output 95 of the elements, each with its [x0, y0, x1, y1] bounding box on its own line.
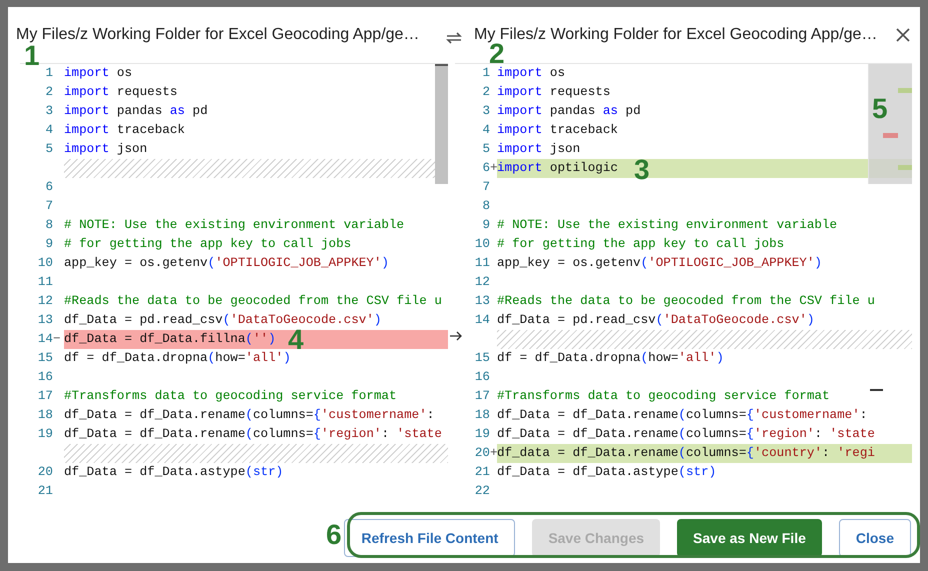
line-number: 9 [44, 236, 53, 254]
line-number: 14 [36, 331, 53, 348]
code-text: df_Data = pd.read_csv('DataToGeocode.csv') [497, 312, 814, 330]
code-text: df_Data = df_Data.astype(str) [497, 464, 716, 482]
line-number: 8 [44, 217, 53, 234]
code-text: df = df_Data.dropna(how='all') [64, 350, 291, 368]
line-number: 17 [36, 388, 53, 406]
code-text: # NOTE: Use the existing environment variable [64, 217, 404, 234]
code-text: import os [64, 65, 132, 82]
line-number: 13 [474, 293, 490, 310]
code-text: df_data = df_Data.rename(columns={'country': 'regi [497, 445, 875, 462]
callout-number: 6 [326, 521, 342, 549]
close-icon[interactable] [895, 27, 911, 43]
code-text: import requests [497, 84, 610, 102]
line-number: 4 [44, 122, 53, 140]
line-number: 18 [474, 407, 490, 424]
code-text: df_Data = df_Data.rename(columns={'region': 'state [64, 426, 442, 444]
line-number: 11 [36, 274, 53, 292]
code-text: import pandas as pd [497, 103, 641, 120]
line-number: 14 [474, 312, 490, 330]
line-number: 4 [481, 122, 490, 140]
line-number: 21 [474, 464, 490, 482]
code-text: df_Data = df_Data.astype(str) [64, 464, 284, 482]
callout-number: 3 [634, 156, 650, 184]
line-number: 8 [481, 198, 490, 216]
code-text: import traceback [64, 122, 185, 140]
line-number: 6 [44, 179, 53, 196]
line-number: 19 [474, 426, 490, 444]
line-number: 9 [481, 217, 490, 234]
line-number: 11 [474, 255, 490, 272]
line-number: 20 [36, 464, 53, 482]
line-number: 12 [36, 293, 53, 310]
code-text: df = df_Data.dropna(how='all') [497, 350, 724, 368]
line-number: 5 [481, 141, 490, 158]
line-number: 13 [36, 312, 53, 330]
code-text: # for getting the app key to call jobs [64, 236, 352, 254]
line-number: 2 [44, 84, 53, 102]
code-text: df_Data = df_Data.rename(columns={'region': 'state [497, 426, 875, 444]
code-text: import os [497, 65, 566, 82]
line-number: 19 [36, 426, 53, 444]
swap-icon[interactable] [445, 31, 463, 45]
diff-sign: + [490, 160, 498, 178]
line-number: 3 [481, 103, 490, 120]
line-number: 15 [36, 350, 53, 368]
code-text: # for getting the app key to call jobs [497, 236, 784, 254]
line-number: 15 [474, 350, 490, 368]
line-number: 1 [481, 65, 490, 82]
code-text: #Reads the data to be geocoded from the CSV file u [64, 293, 442, 310]
code-text: import json [64, 141, 148, 158]
callout-number: 5 [872, 95, 888, 123]
line-number: 17 [474, 388, 490, 406]
code-text: app_key = os.getenv('OPTILOGIC_JOB_APPKEY') [497, 255, 822, 272]
line-number: 6 [481, 160, 490, 178]
code-text: df_Data = df_Data.fillna('') [64, 331, 276, 348]
change-marker [883, 133, 898, 138]
change-marker [898, 88, 912, 93]
line-number: 10 [474, 236, 490, 254]
line-number: 3 [44, 103, 53, 120]
line-number: 7 [44, 198, 53, 216]
code-text: app_key = os.getenv('OPTILOGIC_JOB_APPKEY') [64, 255, 389, 272]
revert-arrow-icon[interactable] [449, 331, 463, 341]
dialog-button[interactable]: Refresh File Content [344, 519, 516, 557]
change-marker [898, 165, 912, 170]
line-number: 20 [474, 445, 490, 462]
cursor-mark [870, 389, 883, 391]
callout-number: 1 [24, 42, 40, 70]
file-title: My Files/z Working Folder for Excel Geocoding App/ge… [16, 25, 420, 45]
diff-sign: − [53, 331, 61, 348]
line-number: 12 [474, 274, 490, 292]
dialog-button[interactable]: Close [838, 519, 911, 557]
line-number: 10 [36, 255, 53, 272]
line-number: 1 [44, 65, 53, 82]
line-number: 7 [481, 179, 490, 196]
line-number: 18 [36, 407, 53, 424]
file-title: My Files/z Working Folder for Excel Geocoding App/ge… [474, 25, 878, 44]
code-text: df_Data = df_Data.rename(columns={'customername': [497, 407, 868, 424]
code-text: # NOTE: Use the existing environment variable [497, 217, 838, 234]
code-text: #Transforms data to geocoding service format [64, 388, 397, 406]
line-number: 5 [44, 141, 53, 158]
line-number: 2 [481, 84, 490, 102]
code-text: #Transforms data to geocoding service format [497, 388, 830, 406]
diff-sign: + [490, 445, 498, 462]
line-number: 21 [36, 483, 53, 500]
code-text: #Reads the data to be geocoded from the CSV file u [497, 293, 875, 310]
dialog-button[interactable]: Save as New File [677, 519, 822, 557]
line-number: 16 [474, 369, 490, 386]
code-text: import json [497, 141, 580, 158]
code-text: import traceback [497, 122, 618, 140]
code-text: import optilogic [497, 160, 618, 178]
code-text: df_Data = df_Data.rename(columns={'customername': [64, 407, 434, 424]
code-text: import requests [64, 84, 178, 102]
scrollbar-thumb[interactable] [435, 64, 448, 184]
line-number: 22 [474, 483, 490, 500]
code-text: import pandas as pd [64, 103, 208, 120]
line-number: 16 [36, 369, 53, 386]
